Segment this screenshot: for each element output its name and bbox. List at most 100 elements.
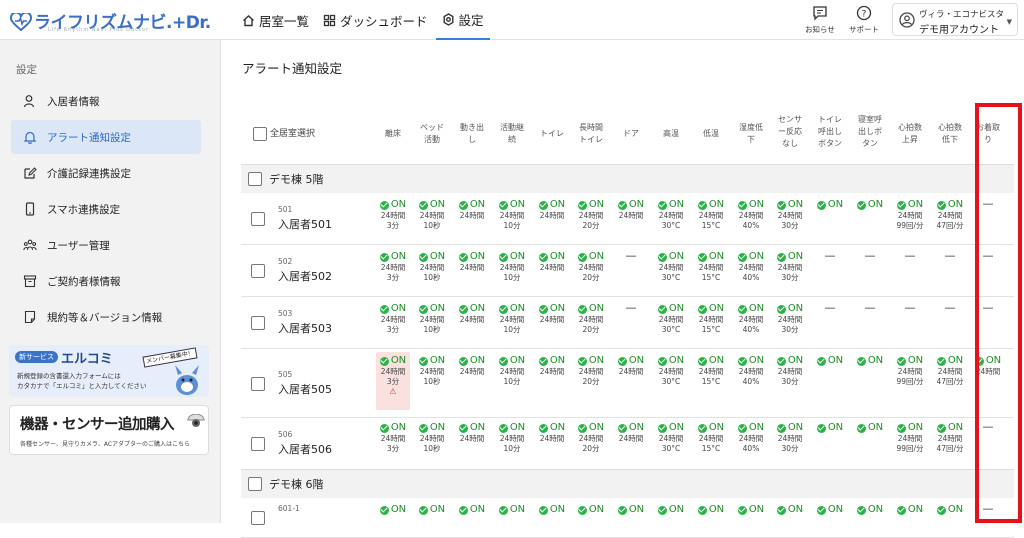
- alert-setting-cell[interactable]: ON 24時間: [452, 422, 492, 444]
- alert-setting-cell[interactable]: ON: [810, 199, 850, 211]
- alert-setting-cell[interactable]: ON 24時間 15°C: [691, 355, 731, 387]
- alert-setting-cell[interactable]: ON 24時間: [452, 251, 492, 273]
- alert-setting-cell[interactable]: ON 24時間 40%: [731, 251, 771, 283]
- alert-setting-cell[interactable]: ON 24時間 3分: [373, 303, 413, 335]
- alert-setting-cell[interactable]: —: [810, 250, 850, 262]
- alert-setting-cell[interactable]: ON 24時間 20分: [571, 355, 611, 387]
- alert-setting-cell[interactable]: ON 24時間: [532, 251, 572, 273]
- alert-setting-cell[interactable]: ON 24時間 10分: [492, 422, 532, 454]
- alert-setting-cell[interactable]: ON 24時間 30°C: [651, 251, 691, 283]
- alert-setting-cell[interactable]: ON 24時間 30分: [770, 199, 810, 231]
- alert-setting-cell[interactable]: —: [968, 421, 1008, 433]
- alert-setting-cell[interactable]: ON 24時間 20分: [571, 199, 611, 231]
- resident-name[interactable]: 入居者503: [278, 320, 332, 336]
- alert-setting-cell[interactable]: ON 24時間 47回/分: [930, 199, 970, 231]
- alert-setting-cell[interactable]: ON: [850, 504, 890, 516]
- alert-setting-cell[interactable]: ON: [452, 504, 492, 516]
- support-button[interactable]: ? サポート: [842, 3, 886, 35]
- alert-setting-cell[interactable]: —: [968, 198, 1008, 210]
- alert-setting-cell[interactable]: ON: [770, 504, 810, 516]
- alert-setting-cell[interactable]: —: [930, 250, 970, 262]
- alert-setting-cell[interactable]: ON 24時間 10分: [492, 355, 532, 387]
- alert-setting-cell[interactable]: —: [930, 302, 970, 314]
- alert-setting-cell[interactable]: ON: [890, 504, 930, 516]
- sidebar-item-smartphone[interactable]: スマホ連携設定: [11, 192, 201, 226]
- alert-setting-cell[interactable]: —: [611, 302, 651, 314]
- alert-setting-cell[interactable]: ON 24時間 30°C: [651, 422, 691, 454]
- nav-room-list[interactable]: 居室一覧: [236, 0, 315, 40]
- alert-setting-cell[interactable]: ON 24時間 30分: [770, 251, 810, 283]
- alert-setting-cell[interactable]: ON 24時間 3分: [373, 251, 413, 283]
- floor-checkbox[interactable]: [248, 172, 262, 186]
- alert-setting-cell[interactable]: ON 24時間 47回/分: [930, 422, 970, 454]
- alert-setting-cell[interactable]: ON 24時間 99回/分: [890, 355, 930, 387]
- alert-setting-cell[interactable]: ON: [731, 504, 771, 516]
- alert-setting-cell[interactable]: ON 24時間 20分: [571, 251, 611, 283]
- alert-setting-cell[interactable]: ON 24時間 47回/分: [930, 355, 970, 387]
- alert-setting-cell[interactable]: ON 24時間: [532, 355, 572, 377]
- alert-setting-cell[interactable]: ON 24時間: [611, 199, 651, 221]
- alert-setting-cell[interactable]: —: [850, 250, 890, 262]
- alert-setting-cell[interactable]: ON 24時間 15°C: [691, 422, 731, 454]
- alert-setting-cell[interactable]: ON 24時間 40%: [731, 422, 771, 454]
- alert-setting-cell[interactable]: ON: [532, 504, 572, 516]
- alert-setting-cell[interactable]: ON 24時間 20分: [571, 303, 611, 335]
- alert-setting-cell[interactable]: —: [810, 302, 850, 314]
- resident-name[interactable]: 入居者506: [278, 441, 332, 457]
- alert-setting-cell[interactable]: ON 24時間 10秒: [412, 422, 452, 454]
- alert-setting-cell[interactable]: ON 24時間 10秒: [412, 251, 452, 283]
- sidebar-item-contract[interactable]: ご契約者様情報: [11, 264, 201, 298]
- floor-checkbox[interactable]: [248, 477, 262, 491]
- alert-setting-cell[interactable]: ON 24時間: [611, 355, 651, 377]
- alert-setting-cell[interactable]: ON 24時間 10分: [492, 251, 532, 283]
- alert-setting-cell[interactable]: —: [890, 250, 930, 262]
- alert-setting-cell[interactable]: ON 24時間 30°C: [651, 303, 691, 335]
- alert-setting-cell[interactable]: —: [968, 503, 1008, 515]
- alert-setting-cell[interactable]: ON 24時間: [532, 422, 572, 444]
- alert-setting-cell[interactable]: ON 24時間: [532, 303, 572, 325]
- alert-setting-cell[interactable]: ON: [850, 355, 890, 367]
- alert-setting-cell[interactable]: ON: [373, 504, 413, 516]
- alert-setting-cell[interactable]: ON 24時間: [532, 199, 572, 221]
- alert-setting-cell[interactable]: ON 24時間 30°C: [651, 199, 691, 231]
- account-menu[interactable]: ヴィラ・エコナビスタ デモ用アカウント ▼: [892, 3, 1018, 36]
- nav-dashboard[interactable]: ダッシュボード: [317, 0, 434, 40]
- sidebar-item-terms[interactable]: 規約等＆バージョン情報: [11, 300, 201, 334]
- alert-setting-cell[interactable]: ON 24時間 30分: [770, 303, 810, 335]
- alert-setting-cell[interactable]: ON 24時間 30分: [770, 355, 810, 387]
- alert-setting-cell[interactable]: ON 24時間 40%: [731, 355, 771, 387]
- sensor-purchase-banner[interactable]: 機器・センサー追加購入 各種センサー、見守りカメラ、ACアダプターのご購入はこち…: [9, 405, 209, 455]
- sidebar-item-users[interactable]: ユーザー管理: [11, 228, 201, 262]
- sidebar-item-alert-settings[interactable]: アラート通知設定: [11, 120, 201, 154]
- alert-setting-cell[interactable]: ON: [930, 504, 970, 516]
- alert-setting-cell[interactable]: ON 24時間 99回/分: [890, 199, 930, 231]
- alert-setting-cell[interactable]: ON 24時間 15°C: [691, 199, 731, 231]
- alert-setting-cell[interactable]: —: [968, 302, 1008, 314]
- alert-setting-cell[interactable]: ON: [810, 504, 850, 516]
- alert-setting-cell[interactable]: ON 24時間 40%: [731, 199, 771, 231]
- alert-setting-cell[interactable]: ON 24時間 30°C: [651, 355, 691, 387]
- alert-setting-cell[interactable]: ON: [850, 422, 890, 434]
- alert-setting-cell[interactable]: ON 24時間 10秒: [412, 355, 452, 387]
- alert-setting-cell[interactable]: —: [890, 302, 930, 314]
- alert-setting-cell[interactable]: ON 24時間 40%: [731, 303, 771, 335]
- sidebar-item-residents[interactable]: 入居者情報: [11, 84, 201, 118]
- resident-name[interactable]: 入居者502: [278, 268, 332, 284]
- alert-setting-cell[interactable]: ON 24時間 15°C: [691, 251, 731, 283]
- alert-setting-cell[interactable]: ON: [810, 422, 850, 434]
- alert-setting-cell[interactable]: ON: [571, 504, 611, 516]
- select-all[interactable]: 全居室選択: [253, 118, 333, 150]
- alert-setting-cell[interactable]: ON 24時間 10分: [492, 199, 532, 231]
- alert-setting-cell[interactable]: ON 24時間 3分: [373, 422, 413, 454]
- alert-setting-cell[interactable]: ON 24時間 3分: [373, 199, 413, 231]
- resident-name[interactable]: 入居者505: [278, 381, 332, 397]
- alert-setting-cell[interactable]: ON 24時間 10秒: [412, 303, 452, 335]
- alert-setting-cell[interactable]: ON: [651, 504, 691, 516]
- resident-checkbox[interactable]: [251, 264, 265, 278]
- alert-setting-cell[interactable]: ON: [691, 504, 731, 516]
- alert-setting-cell[interactable]: ON: [611, 504, 651, 516]
- resident-checkbox[interactable]: [251, 437, 265, 451]
- alert-setting-cell[interactable]: ON 24時間: [452, 355, 492, 377]
- select-all-checkbox[interactable]: [253, 127, 267, 141]
- alert-setting-cell[interactable]: ON 24時間 15°C: [691, 303, 731, 335]
